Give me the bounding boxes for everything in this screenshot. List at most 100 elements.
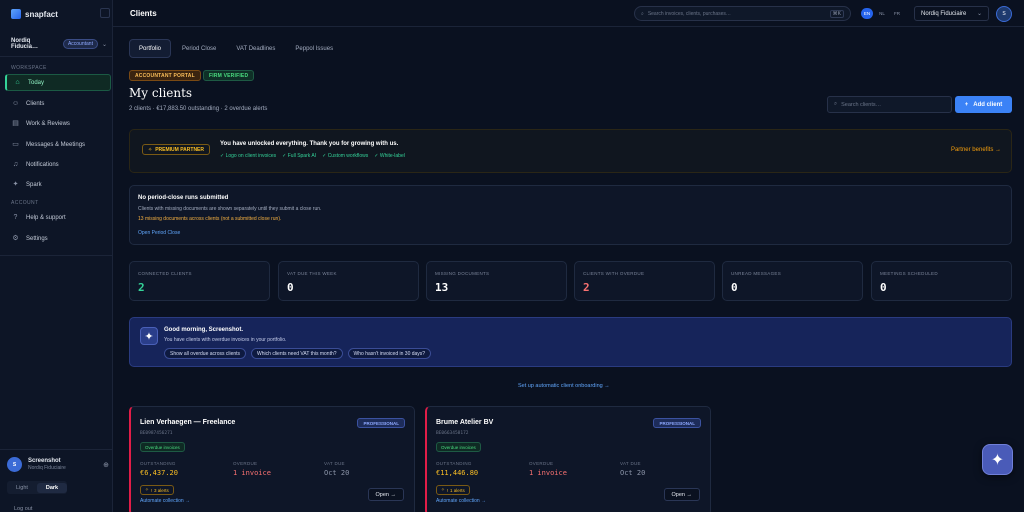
sidebar: snapfact Nordiq Fiducia… Accountant ⌄ WO… <box>0 0 113 512</box>
brand[interactable]: snapfact <box>11 9 58 19</box>
client-card[interactable]: Brume Atelier BV BE0663458172 PROFESSION… <box>425 406 711 512</box>
spark-assistant-button[interactable]: ✦ <box>982 444 1013 475</box>
client-name: Brume Atelier BV <box>436 419 494 426</box>
notice-warning: 13 missing documents across clients (not… <box>138 216 282 222</box>
client-name: Lien Verhaegen — Freelance <box>140 419 236 426</box>
stat-connected-clients: CONNECTED CLIENTS 2 <box>129 261 270 301</box>
add-client-label: Add client <box>973 101 1003 108</box>
sidebar-item-messages[interactable]: ▭ Messages & Meetings <box>5 136 111 153</box>
sidebar-item-help[interactable]: ? Help & support <box>5 209 111 226</box>
sidebar-item-notifications[interactable]: ♫ Notifications <box>5 156 111 173</box>
users-icon: ☺ <box>12 100 20 107</box>
divider <box>0 255 113 256</box>
stat-vat-due: VAT DUE THIS WEEK 0 <box>278 261 419 301</box>
vat-due-value: Oct 20 <box>620 469 646 477</box>
warning-icon: ! <box>150 487 153 493</box>
lang-nl[interactable]: NL <box>876 8 888 19</box>
stat-value: 2 <box>583 281 590 294</box>
overdue-value: 1 invoice <box>529 469 567 477</box>
metric-label: VAT DUE <box>324 461 345 466</box>
theme-light-option[interactable]: Light <box>7 483 37 493</box>
metric-label: VAT DUE <box>620 461 641 466</box>
logout-link[interactable]: Log out <box>14 506 32 512</box>
badge-label: PREMIUM PARTNER <box>155 146 204 153</box>
add-client-button[interactable]: + Add client <box>955 96 1012 113</box>
client-vat-id: BE0987456271 <box>140 431 173 436</box>
client-card[interactable]: Lien Verhaegen — Freelance BE0987456271 … <box>129 406 415 512</box>
suggestion-chip[interactable]: Which clients need VAT this month? <box>251 348 343 359</box>
assistant-greeting: Good morning, Screenshot. <box>164 327 244 333</box>
sidebar-item-label: Clients <box>26 100 45 107</box>
metric-label: OVERDUE <box>529 461 554 466</box>
theme-toggle[interactable]: Light Dark <box>7 481 67 494</box>
client-search-input[interactable]: ⌕ Search clients… <box>827 96 952 113</box>
user-org: Nordiq Fiduciaire <box>28 465 66 471</box>
clipboard-icon: ▤ <box>12 120 19 127</box>
global-search-input[interactable]: ⌕ Search invoices, clients, purchases… ⌘… <box>634 6 851 21</box>
stat-label: VAT DUE THIS WEEK <box>287 271 337 276</box>
user-name: Screenshot <box>28 458 61 464</box>
org-select[interactable]: Nordiq Fiduciaire ⌄ <box>914 6 989 21</box>
org-switcher[interactable]: Nordiq Fiducia… Accountant ⌄ <box>11 38 107 50</box>
outstanding-value: €11,446.80 <box>436 469 479 477</box>
theme-dark-option[interactable]: Dark <box>37 482 67 493</box>
stat-clients-overdue: CLIENTS WITH OVERDUE 2 <box>574 261 715 301</box>
logo-icon <box>11 9 21 19</box>
accountant-portal-badge: ACCOUNTANT PORTAL <box>129 70 201 81</box>
suggestion-chip[interactable]: Who hasn't invoiced in 30 days? <box>347 348 432 359</box>
overdue-badge: Overdue invoices <box>140 442 185 452</box>
suggestion-chip[interactable]: Show all overdue across clients <box>164 348 247 359</box>
user-profile[interactable]: S Screenshot Nordiq Fiduciaire ⊕ <box>7 457 109 472</box>
open-client-button[interactable]: Open → <box>663 488 700 501</box>
section-workspace: WORKSPACE <box>11 65 47 71</box>
role-badge: Accountant <box>62 39 98 49</box>
collapse-sidebar-button[interactable] <box>100 8 110 18</box>
gear-icon: ⚙ <box>12 235 19 242</box>
lang-fr[interactable]: FR <box>891 8 903 19</box>
sidebar-item-spark[interactable]: ✦ Spark <box>5 176 111 193</box>
partner-benefits-link[interactable]: Partner benefits → <box>951 147 1001 153</box>
main-subtitle: 2 clients · €17,883.50 outstanding · 2 o… <box>129 106 268 112</box>
stat-value: 13 <box>435 281 449 294</box>
sparkle-icon: ✦ <box>12 181 19 188</box>
avatar: S <box>7 457 22 472</box>
user-avatar[interactable]: S <box>996 6 1012 22</box>
sparkle-icon: ✦ <box>140 327 158 345</box>
stat-unread-messages: UNREAD MESSAGES 0 <box>722 261 863 301</box>
onboarding-link[interactable]: Set up automatic client onboarding → <box>518 383 610 389</box>
stat-label: MEETINGS SCHEDULED <box>880 271 938 276</box>
tab-portfolio[interactable]: Portfolio <box>129 39 172 58</box>
tab-vat-deadlines[interactable]: VAT Deadlines <box>227 39 284 58</box>
shortcut-hint: ⌘K <box>829 9 844 18</box>
tab-peppol-issues[interactable]: Peppol Issues <box>286 39 342 58</box>
bell-icon: ♫ <box>12 161 19 168</box>
lang-en[interactable]: EN <box>861 8 873 19</box>
automate-collection-link[interactable]: Automate collection → <box>140 498 190 504</box>
org-select-value: Nordiq Fiduciaire <box>921 10 967 17</box>
stat-missing-documents: MISSING DOCUMENTS 13 <box>426 261 567 301</box>
spark-assistant-card: ✦ Good morning, Screenshot. You have cli… <box>129 317 1012 367</box>
sidebar-item-settings[interactable]: ⚙ Settings <box>5 230 111 247</box>
premium-partner-badge: ✧ PREMIUM PARTNER <box>142 144 210 155</box>
globe-icon[interactable]: ⊕ <box>103 461 109 469</box>
sidebar-item-label: Work & Reviews <box>26 120 70 127</box>
feature-item: ✓ Logo on client invoices <box>220 153 277 159</box>
sparkle-icon: ✧ <box>145 487 149 492</box>
divider <box>0 449 113 450</box>
plus-icon: + <box>964 101 969 108</box>
sidebar-item-label: Help & support <box>26 214 66 221</box>
sidebar-item-label: Messages & Meetings <box>26 141 86 148</box>
org-name: Nordiq Fiducia… <box>11 38 39 50</box>
open-client-button[interactable]: Open → <box>367 488 404 501</box>
automate-collection-link[interactable]: Automate collection → <box>436 498 486 504</box>
sidebar-item-clients[interactable]: ☺ Clients <box>5 95 111 112</box>
sidebar-item-work-reviews[interactable]: ▤ Work & Reviews <box>5 115 111 132</box>
alerts-count: 1 alerts <box>450 487 465 493</box>
tab-period-close[interactable]: Period Close <box>173 39 225 58</box>
stat-value: 0 <box>731 281 738 294</box>
sidebar-item-today[interactable]: ⌂ Today <box>5 74 111 91</box>
suggestion-chips: Show all overdue across clients Which cl… <box>164 348 432 359</box>
help-icon: ? <box>13 214 18 221</box>
period-close-notice: No period-close runs submitted Clients w… <box>129 185 1012 245</box>
open-period-close-link[interactable]: Open Period Close <box>138 230 180 236</box>
